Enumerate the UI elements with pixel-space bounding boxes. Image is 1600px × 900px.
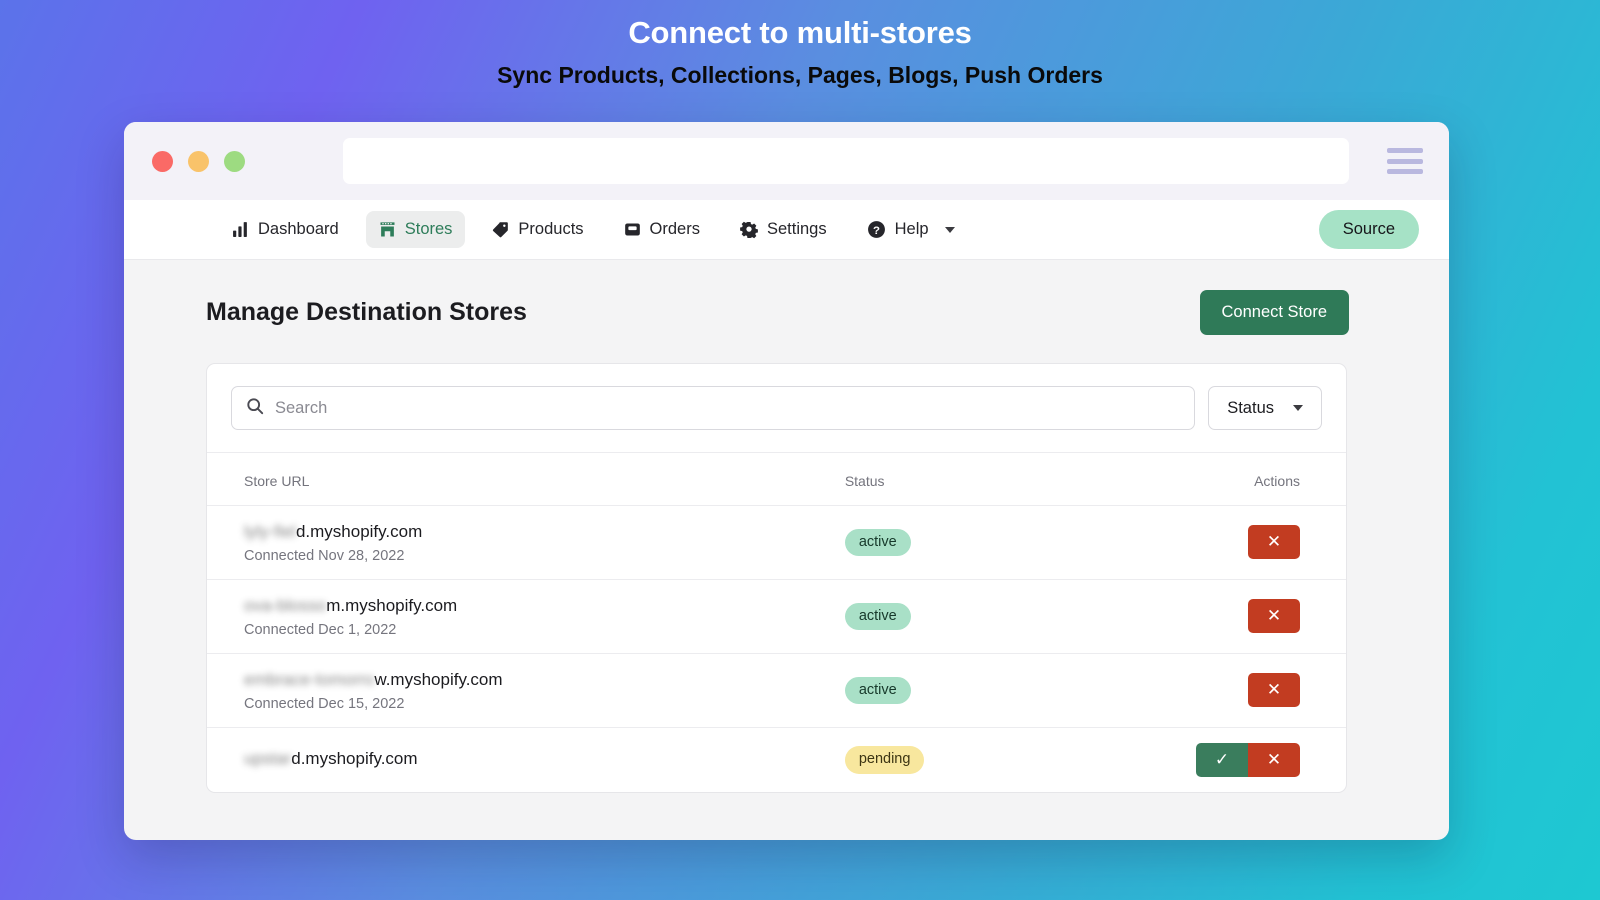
url-input[interactable] [343,138,1349,184]
nav-item-products[interactable]: Products [479,211,596,248]
store-url-text: upstard.myshopify.com [244,748,845,771]
nav-item-settings[interactable]: Settings [727,211,840,248]
remove-store-button[interactable]: ✕ [1248,525,1300,560]
search-icon [246,397,264,420]
page-content: Manage Destination Stores Connect Store … [124,260,1449,793]
table-row: ova-blossom.myshopify.com Connected Dec 1… [207,579,1346,654]
status-badge: pending [844,746,925,774]
store-url-cell: upstard.myshopify.com [207,727,845,792]
connect-store-button[interactable]: Connect Store [1199,290,1349,335]
page-header: Manage Destination Stores Connect Store [206,290,1349,335]
store-url-cell: embrace-tomorrow.myshopify.com Connected … [207,653,845,728]
question-circle-icon: ? [867,220,886,239]
action-button-group: ✕ [1248,673,1300,708]
nav-item-help[interactable]: ? Help [854,211,968,248]
redacted-store-name: upstar [244,749,292,769]
browser-window: Dashboard Stores Products Orders Setting… [124,122,1449,840]
nav-item-label: Stores [404,220,453,238]
stores-table-head: Store URL Status Actions [207,453,1346,506]
redacted-store-name: embrace-tomorro [244,669,375,689]
store-url-visible: w.myshopify.com [374,669,503,689]
chevron-down-icon [1293,405,1303,411]
store-actions-cell: ✕ [1186,653,1346,728]
store-status-cell: pending [844,727,1187,792]
column-header-status: Status [844,453,1187,506]
bar-chart-icon [232,221,249,238]
nav-item-orders[interactable]: Orders [611,211,713,248]
store-status-cell: active [844,579,1187,654]
promo-subtitle: Sync Products, Collections, Pages, Blogs… [497,61,1103,88]
table-header-row: Store URL Status Actions [207,453,1346,506]
status-badge: active [844,528,911,557]
nav-item-label: Help [894,220,929,238]
hamburger-menu-icon[interactable] [1387,148,1423,174]
status-filter-label: Status [1227,398,1274,417]
approve-store-button[interactable]: ✓ [1196,742,1248,777]
store-status-cell: active [844,653,1187,728]
column-header-store-url: Store URL [207,453,845,506]
store-url-cell: lyly-field.myshopify.com Connected Nov 28… [207,505,845,580]
remove-store-button[interactable]: ✕ [1248,742,1300,777]
store-url-text: embrace-tomorrow.myshopify.com [244,669,845,692]
action-button-group: ✕ [1248,525,1300,560]
store-connected-date: Connected Dec 1, 2022 [244,621,397,638]
store-actions-cell: ✓ ✕ [1187,727,1346,792]
nav-item-label: Dashboard [258,220,339,238]
store-url-text: lyly-field.myshopify.com [244,521,845,544]
store-url-visible: d.myshopify.com [295,522,423,541]
app-navbar: Dashboard Stores Products Orders Setting… [124,200,1449,260]
nav-item-label: Settings [766,220,827,238]
store-url-cell: ova-blossom.myshopify.com Connected Dec 1… [207,579,845,654]
nav-item-label: Orders [649,220,700,238]
gear-icon [740,221,758,239]
stores-toolbar: Status [207,364,1346,453]
search-input[interactable] [275,398,1181,418]
status-badge: active [844,676,911,705]
svg-text:?: ? [873,225,880,237]
close-window-button[interactable] [152,150,173,172]
remove-store-button[interactable]: ✕ [1248,599,1300,634]
source-button[interactable]: Source [1318,210,1419,249]
table-row: embrace-tomorrow.myshopify.com Connected … [207,653,1346,728]
stores-table-body: lyly-field.myshopify.com Connected Nov 28… [207,505,1346,792]
store-url-visible: d.myshopify.com [291,749,418,769]
nav-item-stores[interactable]: Stores [365,211,466,248]
tag-icon [492,221,509,238]
action-button-group: ✕ [1248,599,1300,634]
nav-item-label: Products [518,220,584,238]
storefront-icon [379,221,396,238]
page-title: Manage Destination Stores [206,298,527,326]
stores-table: Store URL Status Actions lyly-field.mysh… [207,453,1346,792]
store-status-cell: active [844,505,1187,580]
store-connected-date: Connected Nov 28, 2022 [244,547,405,564]
status-filter-dropdown[interactable]: Status [1208,386,1322,430]
chevron-down-icon [944,226,955,233]
column-header-actions: Actions [1186,453,1346,506]
status-badge: active [844,602,911,631]
inbox-icon [624,221,641,238]
search-field[interactable] [231,386,1196,430]
promo-title: Connect to multi-stores [628,15,972,50]
remove-store-button[interactable]: ✕ [1248,673,1300,708]
minimize-window-button[interactable] [188,150,209,172]
store-actions-cell: ✕ [1186,505,1346,580]
redacted-store-name: ova-blosso [244,595,327,615]
window-controls [152,150,245,172]
store-connected-date: Connected Dec 15, 2022 [244,695,405,712]
action-button-group: ✓ ✕ [1196,742,1300,777]
store-url-visible: m.myshopify.com [326,595,458,615]
store-actions-cell: ✕ [1186,579,1346,654]
promo-header: Connect to multi-stores Sync Products, C… [0,14,1600,90]
nav-item-dashboard[interactable]: Dashboard [219,211,352,248]
table-row: upstard.myshopify.com pending ✓ ✕ [207,727,1346,792]
redacted-store-name: lyly-fiel [244,522,296,541]
table-row: lyly-field.myshopify.com Connected Nov 28… [207,505,1346,580]
browser-titlebar [124,122,1449,200]
store-url-text: ova-blossom.myshopify.com [244,595,845,618]
stores-card: Status Store URL Status Actions lyly-fie… [206,363,1347,793]
maximize-window-button[interactable] [224,150,245,172]
